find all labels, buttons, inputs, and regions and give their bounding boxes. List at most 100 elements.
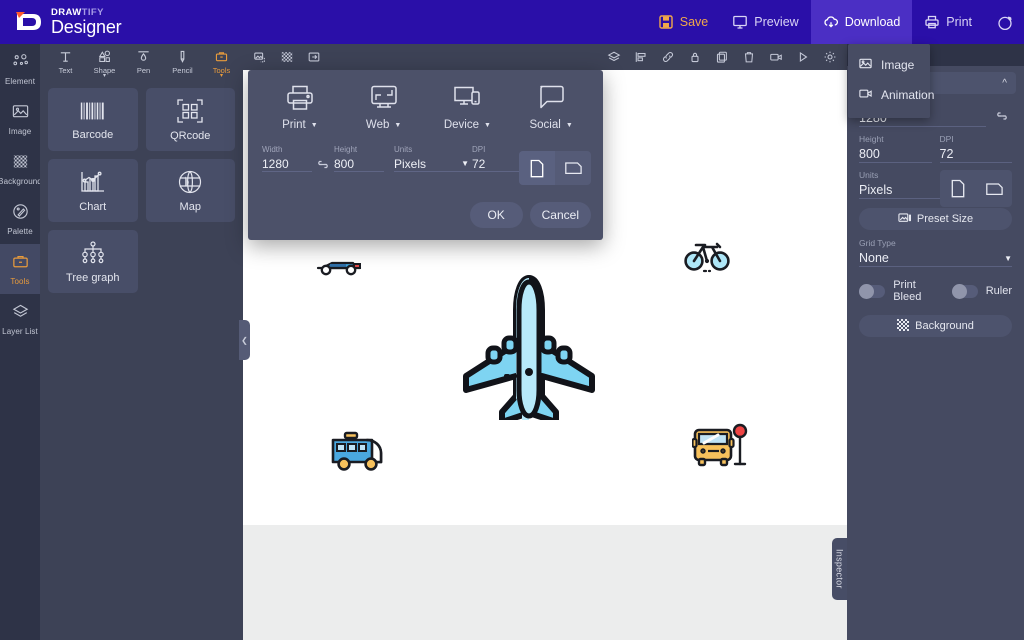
trash-icon[interactable] bbox=[742, 50, 756, 64]
toolbox-icon bbox=[214, 49, 229, 64]
globe-icon bbox=[176, 169, 204, 195]
preset-size-button[interactable]: Preset Size bbox=[859, 208, 1012, 230]
background-icon bbox=[11, 152, 30, 174]
modal-units-label: Units bbox=[394, 145, 472, 154]
chevron-down-icon: ▼ bbox=[566, 122, 573, 129]
preset-size-label: Preset Size bbox=[917, 213, 973, 225]
modal-category-web[interactable]: Web▼ bbox=[342, 84, 426, 131]
canvas-element-school-bus[interactable] bbox=[692, 422, 748, 473]
inspector-grid-type-field: Grid Type None ▼ bbox=[847, 230, 1024, 267]
inspector-units-value[interactable]: Pixels bbox=[859, 182, 892, 199]
download-button[interactable]: Download bbox=[811, 0, 913, 44]
rail-item-tools[interactable]: Tools bbox=[0, 244, 40, 294]
modal-cancel-button[interactable]: Cancel bbox=[530, 202, 591, 228]
toolbox-icon bbox=[11, 252, 30, 274]
tool-card-chart[interactable]: Chart bbox=[48, 159, 138, 222]
rail-item-element[interactable]: Element bbox=[0, 44, 40, 94]
print-bleed-toggle[interactable] bbox=[859, 285, 885, 298]
layers-icon[interactable] bbox=[607, 50, 621, 64]
modal-ok-button[interactable]: OK bbox=[470, 202, 523, 228]
chevron-down-icon[interactable]: ▼ bbox=[461, 156, 469, 172]
rail-item-palette[interactable]: Palette bbox=[0, 194, 40, 244]
ruler-toggle[interactable] bbox=[952, 285, 978, 298]
tool-card-barcode[interactable]: Barcode bbox=[48, 88, 138, 151]
print-button[interactable]: Print bbox=[912, 0, 984, 44]
tool-tab-shape[interactable]: Shape ▾ bbox=[85, 44, 124, 80]
tool-card-map[interactable]: Map bbox=[146, 159, 236, 222]
shape-icon bbox=[97, 49, 112, 64]
rail-label-layer-list: Layer List bbox=[2, 327, 38, 336]
canvas-element-race-car[interactable] bbox=[316, 255, 362, 280]
modal-dpi-value[interactable]: 72 bbox=[472, 156, 520, 172]
download-menu-item-animation[interactable]: Animation bbox=[848, 80, 930, 110]
inspector-height-value[interactable]: 800 bbox=[859, 146, 932, 163]
lock-icon[interactable] bbox=[688, 50, 702, 64]
chevron-down-icon: ▾ bbox=[220, 73, 223, 79]
inspector-height-field[interactable]: Height 800 bbox=[859, 134, 932, 163]
canvas-element-city-bus[interactable] bbox=[329, 431, 385, 478]
tool-tab-text[interactable]: Text bbox=[46, 44, 85, 80]
save-button[interactable]: Save bbox=[646, 0, 721, 44]
tool-tab-pen[interactable]: Pen bbox=[124, 44, 163, 80]
canvas-element-bicycle[interactable] bbox=[684, 234, 730, 277]
modal-units-field[interactable]: Units Pixels ▼ bbox=[394, 145, 472, 172]
preview-button[interactable]: Preview bbox=[720, 0, 810, 44]
palette-icon bbox=[11, 202, 30, 224]
link-icon[interactable] bbox=[994, 110, 1012, 127]
modal-units-value[interactable]: Pixels bbox=[394, 156, 426, 172]
fit-image-icon[interactable] bbox=[253, 50, 267, 64]
settings-icon[interactable] bbox=[823, 50, 837, 64]
tool-card-qrcode[interactable]: QRcode bbox=[146, 88, 236, 151]
modal-height-value[interactable]: 800 bbox=[334, 156, 384, 172]
modal-category-web-label: Web▼ bbox=[366, 119, 401, 131]
background-button[interactable]: Background bbox=[859, 315, 1012, 337]
modal-width-field[interactable]: Width 1280 bbox=[262, 145, 312, 172]
tool-tab-tools[interactable]: Tools ▾ bbox=[202, 44, 241, 80]
chevron-down-icon: ▼ bbox=[311, 122, 318, 129]
modal-width-value[interactable]: 1280 bbox=[262, 156, 312, 172]
link-icon[interactable] bbox=[661, 50, 675, 64]
transparency-icon[interactable] bbox=[280, 50, 294, 64]
rail-item-image[interactable]: Image bbox=[0, 94, 40, 144]
rail-item-layer-list[interactable]: Layer List bbox=[0, 294, 40, 344]
left-panel-collapse-handle[interactable]: ❮ bbox=[239, 320, 250, 360]
canvas-element-airplane[interactable] bbox=[456, 272, 602, 423]
modal-dpi-label: DPI bbox=[472, 145, 520, 154]
inspector-dpi-field[interactable]: DPI 72 bbox=[940, 134, 1013, 163]
top-bar: DRAWTIFY Designer Save Preview bbox=[0, 0, 1024, 44]
web-icon bbox=[368, 84, 400, 112]
qrcode-icon bbox=[176, 98, 204, 124]
page-landscape-icon[interactable] bbox=[555, 151, 591, 185]
play-icon[interactable] bbox=[796, 50, 810, 64]
inspector-grid-type-select[interactable]: None ▼ bbox=[859, 250, 1012, 267]
monitor-icon bbox=[732, 14, 748, 30]
inspector-dpi-value[interactable]: 72 bbox=[940, 146, 1013, 163]
duplicate-icon[interactable] bbox=[715, 50, 729, 64]
video-icon[interactable] bbox=[769, 50, 783, 64]
align-icon[interactable] bbox=[634, 50, 648, 64]
page-portrait-icon[interactable] bbox=[940, 170, 976, 207]
tool-tab-pencil[interactable]: Pencil bbox=[163, 44, 202, 80]
modal-category-print[interactable]: Print▼ bbox=[258, 84, 342, 131]
tool-card-tree-graph[interactable]: Tree graph bbox=[48, 230, 138, 293]
link-icon[interactable] bbox=[312, 159, 334, 172]
inspector-edge-tab[interactable]: Inspector bbox=[832, 538, 847, 600]
download-menu-item-image[interactable]: Image bbox=[848, 50, 930, 80]
layers-icon bbox=[11, 302, 30, 324]
preview-label: Preview bbox=[754, 15, 798, 29]
app-logo[interactable]: DRAWTIFY Designer bbox=[0, 8, 121, 36]
modal-category-device[interactable]: Device▼ bbox=[426, 84, 510, 131]
modal-height-field[interactable]: Height 800 bbox=[334, 145, 384, 172]
inspector-units-field[interactable]: Units Pixels ▼ bbox=[859, 170, 949, 199]
modal-dpi-field[interactable]: DPI 72 bbox=[472, 145, 520, 172]
ruler-label: Ruler bbox=[986, 285, 1012, 297]
left-rail: Element Image Background bbox=[0, 44, 40, 640]
page-portrait-icon[interactable] bbox=[519, 151, 555, 185]
page-landscape-icon[interactable] bbox=[976, 170, 1012, 207]
help-button[interactable] bbox=[984, 0, 1024, 44]
download-menu-animation-label: Animation bbox=[881, 88, 934, 102]
rail-item-background[interactable]: Background bbox=[0, 144, 40, 194]
modal-category-social[interactable]: Social▼ bbox=[509, 84, 593, 131]
chevron-down-icon: ▼ bbox=[1004, 250, 1012, 267]
export-icon[interactable] bbox=[307, 50, 321, 64]
